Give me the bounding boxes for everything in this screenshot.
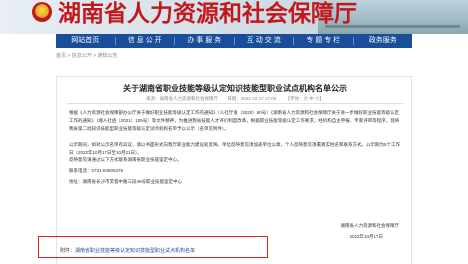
site-banner: ★ 湖南省人力资源和社会保障厅 — [0, 0, 468, 34]
article-meta: 来源：湖南省人力资源和社会保障厅 日期：2022-10-17 17:00 【字体… — [57, 96, 413, 102]
article-source: 来源：湖南省人力资源和社会保障厅 — [145, 96, 218, 101]
article-date: 日期：2022-10-17 17:00 — [227, 96, 277, 101]
contact-phone: 联系电话：0731-84900478 — [69, 168, 124, 173]
site-title: 湖南省人力资源和社会保障厅 — [58, 0, 357, 27]
nav-item-gov-services[interactable]: 政务服务 — [354, 34, 413, 48]
national-emblem-icon: ★ — [32, 2, 52, 22]
nav-item-info[interactable]: 信 息 公 开 — [116, 34, 175, 48]
signature: 湖南省人力资源和社会保障厅 — [340, 223, 400, 228]
breadcrumb[interactable]: 首页 > 信息公开 > 通知公告 — [56, 52, 117, 59]
article-paragraph: 公示期间，如对公示名单有异议，请以书面形式向我厅职业能力建设处反映。单位反映意见… — [69, 142, 400, 155]
attachment-label: 附件： — [60, 248, 76, 254]
nav-item-topics[interactable]: 专 题 专 栏 — [294, 34, 353, 48]
contact-address: 地址：湖南省长沙市芙蓉中路三段49号职业技能鉴定中心 — [69, 179, 183, 184]
attachment-link[interactable]: 湖南省职业技能等级认定知识技能型职业试点机构名单 — [75, 248, 195, 254]
contact-note: 反映意见请通过以下方式联系湖南省职业技能鉴定中心。 — [69, 157, 182, 162]
attachment: 附件：湖南省职业技能等级认定知识技能型职业试点机构名单 — [60, 247, 195, 254]
page: ★ 湖南省人力资源和社会保障厅 网站首页 信 息 公 开 办 事 服 务 互 动… — [0, 0, 468, 264]
article-paragraph: 根据《人力资源社会保障部办公厅关于做好职业技能等级认定工作的通知》（人社厅发〔2… — [69, 110, 400, 131]
nav-item-home[interactable]: 网站首页 — [56, 34, 115, 48]
signature-date: 2022年10月17日 — [349, 234, 383, 239]
divider — [67, 103, 403, 104]
main-nav: 网站首页 信 息 公 开 办 事 服 务 互 动 交 流 专 题 专 栏 政务服… — [56, 34, 412, 48]
font-size-switch[interactable]: 【字体：大 中 小】 — [286, 96, 325, 101]
nav-item-services[interactable]: 办 事 服 务 — [175, 34, 234, 48]
article-title: 关于湖南省职业技能等级认定知识技能型职业试点机构名单公示 — [123, 84, 347, 93]
nav-item-interaction[interactable]: 互 动 交 流 — [235, 34, 294, 48]
